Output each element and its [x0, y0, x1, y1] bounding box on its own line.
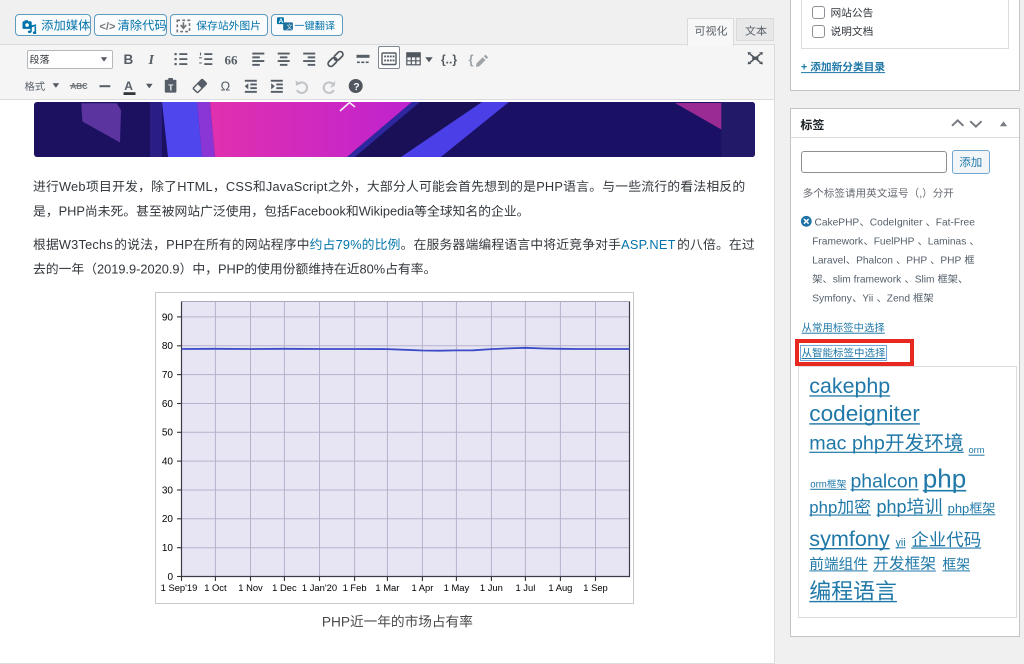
svg-text:20: 20: [162, 514, 174, 525]
svg-text:1 Apr: 1 Apr: [411, 582, 433, 593]
svg-text:1 Sep'19: 1 Sep'19: [161, 582, 198, 593]
svg-text:60: 60: [162, 399, 174, 410]
svg-text:40: 40: [162, 457, 174, 468]
svg-text:1 Feb: 1 Feb: [343, 582, 367, 593]
svg-text:70: 70: [162, 370, 174, 381]
svg-text:1 Jul: 1 Jul: [515, 582, 535, 593]
svg-text:1 Jan'20: 1 Jan'20: [302, 582, 337, 593]
svg-text:50: 50: [162, 428, 174, 439]
svg-text:1 Mar: 1 Mar: [375, 582, 399, 593]
svg-text:1 Aug: 1 Aug: [548, 582, 572, 593]
svg-text:10: 10: [162, 543, 174, 554]
svg-text:1 May: 1 May: [444, 582, 470, 593]
svg-text:80: 80: [162, 341, 174, 352]
svg-text:1 Dec: 1 Dec: [272, 582, 297, 593]
svg-text:1 Oct: 1 Oct: [204, 582, 227, 593]
svg-text:1 Sep: 1 Sep: [583, 582, 608, 593]
svg-text:30: 30: [162, 485, 174, 496]
svg-text:1 Nov: 1 Nov: [238, 582, 263, 593]
svg-text:90: 90: [162, 312, 174, 323]
svg-text:1 Jun: 1 Jun: [480, 582, 503, 593]
